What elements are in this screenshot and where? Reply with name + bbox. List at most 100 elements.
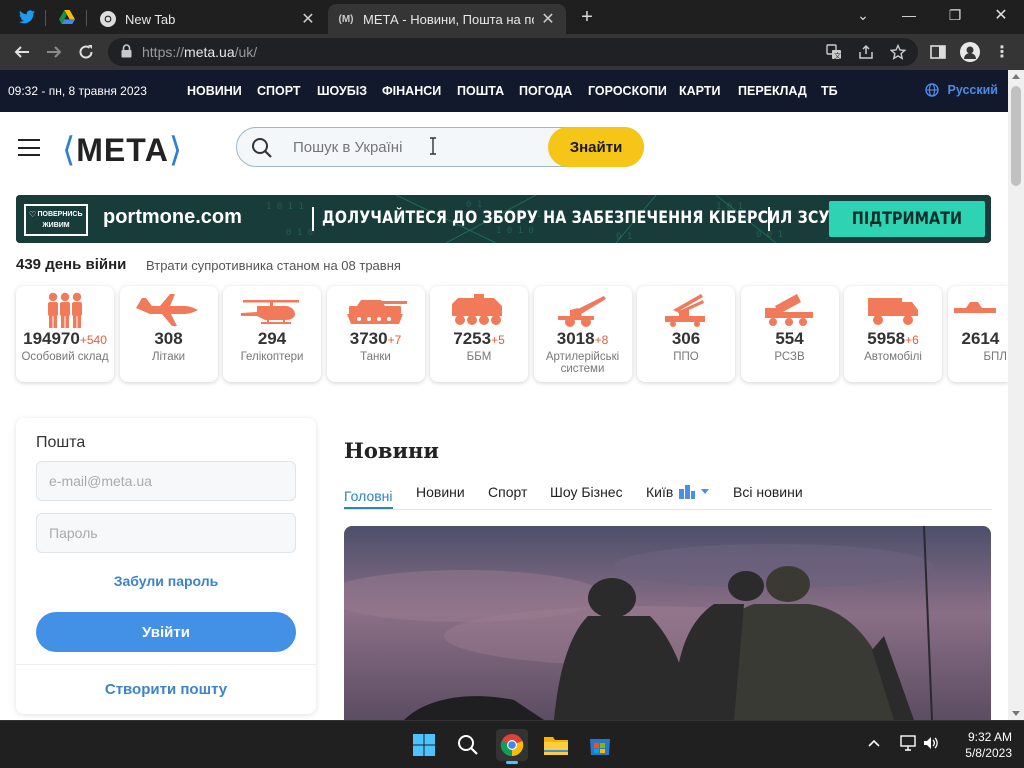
forgot-password-link[interactable]: Забули пароль	[16, 573, 316, 589]
tab-title: МЕТА - Новини, Пошта на порт	[363, 11, 534, 27]
taskbar-chrome-icon[interactable]	[496, 729, 528, 764]
losses-subtitle: Втрати супротивника станом на 08 травня	[146, 258, 401, 273]
profile-avatar-icon[interactable]	[958, 40, 982, 64]
nav-item-sport[interactable]: СПОРТ	[257, 84, 317, 98]
svg-text:0 1 0: 0 1 0	[286, 228, 313, 238]
minimize-icon[interactable]: —	[886, 0, 932, 30]
pinned-tab-twitter[interactable]	[14, 6, 40, 28]
maximize-icon[interactable]: ❐	[932, 0, 978, 30]
file-explorer-icon[interactable]	[540, 729, 572, 761]
loss-card-mlrs[interactable]: 554 РСЗВ	[740, 286, 839, 382]
create-mail-link[interactable]: Створити пошту	[16, 681, 316, 698]
bookmark-star-icon[interactable]	[886, 40, 910, 64]
mlrs-icon	[764, 294, 813, 326]
url-text: https://meta.ua/uk/	[142, 44, 258, 60]
meta-favicon-icon: (M)	[338, 13, 354, 25]
loss-card-planes[interactable]: 308 Літаки	[119, 286, 218, 382]
nav-item-tv[interactable]: ТБ	[821, 84, 845, 98]
scroll-up-arrow-icon[interactable]	[1012, 74, 1020, 79]
nav-item-horoscopes[interactable]: ГОРОСКОПИ	[588, 84, 679, 98]
email-field[interactable]: e-mail@meta.ua	[36, 461, 296, 501]
password-field[interactable]: Пароль	[36, 513, 296, 553]
translate-icon[interactable]: 文	[822, 40, 846, 64]
loss-value: 308	[154, 329, 183, 348]
browser-tab-strip: New Tab ✕ (M) МЕТА - Новини, Пошта на по…	[0, 0, 1024, 34]
truck-icon	[868, 298, 918, 325]
banner-divider-right	[768, 207, 770, 231]
loss-card-vehicles[interactable]: 5958+6 Автомобілі	[844, 286, 942, 382]
tab-meta[interactable]: (M) МЕТА - Новини, Пошта на порт ✕	[328, 4, 566, 34]
loss-card-drones[interactable]: 2614 БПЛ	[947, 286, 1008, 382]
volume-icon[interactable]	[922, 735, 940, 754]
network-icon[interactable]	[899, 735, 917, 754]
banner-slogan: ДОЛУЧАЙТЕСЯ ДО ЗБОРУ НА ЗАБЕЗПЕЧЕННЯ КІБ…	[322, 208, 830, 228]
menu-kebab-icon[interactable]: ⋮	[990, 40, 1014, 64]
tab-close-icon[interactable]: ✕	[300, 9, 316, 29]
city-buildings-icon	[679, 485, 696, 499]
loss-card-artillery[interactable]: 3018+8 Артилерійські системи	[533, 286, 632, 382]
search-icon	[252, 138, 272, 158]
meta-logo[interactable]: ⟨ МЕТА ⟩	[62, 130, 183, 170]
side-panel-icon[interactable]	[926, 40, 950, 64]
loss-value: 2614	[961, 329, 1000, 348]
tab-news[interactable]: Новини	[416, 484, 465, 500]
new-tab-plus-icon[interactable]: +	[574, 6, 600, 28]
ad-banner[interactable]: 1 0 1 10 1 0 0 11 0 1 0 1 1 00 1 1 0 10 …	[16, 195, 991, 243]
news-lead-photo[interactable]	[344, 526, 991, 720]
loss-value: 294	[257, 329, 287, 348]
microsoft-store-icon[interactable]	[584, 729, 616, 761]
mail-title: Пошта	[36, 434, 86, 451]
scrollbar-thumb[interactable]	[1011, 86, 1021, 186]
tab-kyiv[interactable]: Київ	[646, 484, 710, 500]
tab-close-icon[interactable]: ✕	[540, 9, 556, 29]
tab-main[interactable]: Головні	[344, 484, 393, 509]
login-button[interactable]: Увійти	[36, 612, 296, 652]
loss-label: Гелікоптери	[240, 351, 304, 363]
reload-icon[interactable]	[74, 40, 98, 64]
loss-label: Артилерійські системи	[545, 351, 620, 375]
nav-item-showbiz[interactable]: ШОУБІЗ	[317, 84, 382, 98]
loss-card-personnel[interactable]: 194970+540 Особовий склад	[16, 286, 114, 382]
share-icon[interactable]	[854, 40, 878, 64]
tab-new-tab[interactable]: New Tab ✕	[90, 4, 326, 34]
pinned-tab-drive[interactable]	[54, 6, 80, 28]
loss-label: Автомобілі	[864, 351, 922, 363]
tab-all-news[interactable]: Всі новини	[733, 484, 803, 500]
svg-text:1 0 1 1: 1 0 1 1	[266, 202, 304, 212]
browser-toolbar: https://meta.ua/uk/ 文 ⋮	[0, 34, 1024, 70]
loss-card-helicopters[interactable]: 294 Гелікоптери	[223, 286, 321, 382]
tray-chevron-up-icon[interactable]	[868, 735, 880, 751]
tab-showbiz[interactable]: Шоу Бізнес	[550, 484, 623, 500]
tab-kyiv-label: Київ	[646, 484, 674, 500]
tab-search-chevron-icon[interactable]: ⌄	[840, 0, 886, 30]
address-bar[interactable]: https://meta.ua/uk/	[108, 38, 918, 66]
search-button[interactable]: Знайти	[548, 127, 644, 167]
forward-arrow-icon[interactable]	[42, 40, 66, 64]
hamburger-menu-icon[interactable]	[18, 139, 40, 156]
nav-item-maps[interactable]: КАРТИ	[679, 84, 738, 98]
loss-card-apc[interactable]: 7253+5 ББМ	[430, 286, 528, 382]
back-arrow-icon[interactable]	[10, 40, 34, 64]
nav-item-weather[interactable]: ПОГОДА	[519, 84, 588, 98]
banner-support-button[interactable]: ПІДТРИМАТИ	[829, 201, 985, 237]
scroll-down-arrow-icon[interactable]	[1012, 711, 1020, 716]
nav-item-finance[interactable]: ФІНАНСИ	[382, 84, 457, 98]
tab-sport[interactable]: Спорт	[488, 484, 527, 500]
language-switch[interactable]: Русский	[925, 83, 998, 97]
start-windows-icon[interactable]	[408, 729, 440, 761]
nav-item-news[interactable]: НОВИНИ	[187, 84, 257, 98]
taskbar-clock[interactable]: 9:32 AM 5/8/2023	[942, 729, 1012, 761]
close-window-icon[interactable]: ✕	[978, 0, 1024, 30]
loss-card-tanks[interactable]: 3730+7 Танки	[326, 286, 425, 382]
plane-icon	[135, 294, 198, 326]
page-scrollbar[interactable]	[1008, 70, 1024, 720]
loss-card-air-defense[interactable]: 306 ППО	[637, 286, 735, 382]
badge-line2: ЖИВИМ	[42, 222, 70, 229]
nav-item-translate[interactable]: ПЕРЕКЛАД	[738, 84, 821, 98]
loss-label: Особовий склад	[21, 351, 109, 363]
taskbar-search-icon[interactable]	[452, 729, 484, 761]
logo-bracket-right: ⟩	[168, 131, 184, 169]
current-datetime: 09:32 - пн, 8 травня 2023	[8, 84, 147, 98]
war-days-counter[interactable]: 439 день війни	[16, 256, 126, 273]
nav-item-mail[interactable]: ПОШТА	[457, 84, 519, 98]
